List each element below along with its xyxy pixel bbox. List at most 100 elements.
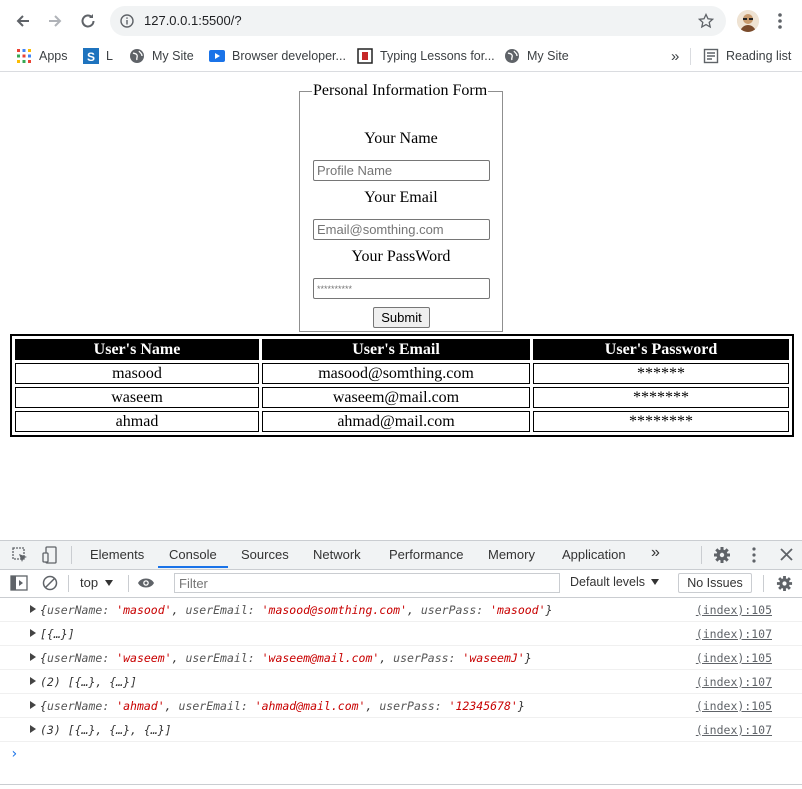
context-selector[interactable]: top bbox=[80, 575, 114, 590]
tab-elements[interactable]: Elements bbox=[90, 547, 144, 562]
cell-email: masood@somthing.com bbox=[262, 363, 530, 384]
tab-application[interactable]: Application bbox=[562, 547, 626, 562]
console-message-text: (2) [{…}, {…}] bbox=[40, 675, 137, 689]
console-message[interactable]: {userName: 'waseem', userEmail: 'waseem@… bbox=[0, 646, 802, 670]
console-output: {userName: 'masood', userEmail: 'masood@… bbox=[0, 598, 802, 762]
bookmark-label: My Site bbox=[527, 49, 569, 63]
active-tab-indicator bbox=[158, 566, 228, 568]
console-source-link[interactable]: (index):107 bbox=[696, 675, 772, 689]
bookmark-my-site-2[interactable]: My Site bbox=[504, 47, 569, 65]
table-header-row: User's Name User's Email User's Password bbox=[15, 339, 789, 360]
expand-triangle-icon[interactable] bbox=[30, 605, 36, 613]
email-input[interactable] bbox=[313, 219, 490, 240]
expand-triangle-icon[interactable] bbox=[30, 629, 36, 637]
expand-triangle-icon[interactable] bbox=[30, 725, 36, 733]
expand-triangle-icon[interactable] bbox=[30, 653, 36, 661]
profile-avatar[interactable] bbox=[737, 10, 759, 32]
tab-memory[interactable]: Memory bbox=[488, 547, 535, 562]
bookmark-label: L bbox=[106, 49, 113, 63]
devtools-tab-bar: Elements Console Sources Network Perform… bbox=[0, 541, 802, 570]
s-logo-icon: S bbox=[83, 48, 99, 64]
reading-list-icon bbox=[703, 48, 719, 64]
bookmark-my-site[interactable]: My Site bbox=[129, 47, 194, 65]
console-message[interactable]: {userName: 'masood', userEmail: 'masood@… bbox=[0, 598, 802, 622]
cell-password: ******** bbox=[533, 411, 789, 432]
device-toolbar-icon[interactable] bbox=[42, 546, 58, 564]
filter-divider bbox=[68, 575, 69, 592]
reading-list-label: Reading list bbox=[726, 49, 792, 63]
close-devtools-icon[interactable] bbox=[780, 548, 793, 561]
console-source-link[interactable]: (index):107 bbox=[696, 723, 772, 737]
console-message[interactable]: (3) [{…}, {…}, {…}] (index):107 bbox=[0, 718, 802, 742]
show-sidebar-icon[interactable] bbox=[10, 575, 28, 591]
address-bar[interactable]: 127.0.0.1:5500/? bbox=[110, 6, 726, 36]
browser-toolbar: 127.0.0.1:5500/? bbox=[0, 0, 802, 42]
users-table: User's Name User's Email User's Password… bbox=[10, 334, 794, 437]
bookmark-browser-developer[interactable]: Browser developer... bbox=[209, 47, 346, 65]
expand-triangle-icon[interactable] bbox=[30, 677, 36, 685]
form-legend: Personal Information Form bbox=[313, 82, 488, 99]
console-source-link[interactable]: (index):107 bbox=[696, 627, 772, 641]
submit-button[interactable]: Submit bbox=[373, 307, 430, 328]
console-message-text: (3) [{…}, {…}, {…}] bbox=[40, 723, 172, 737]
bookmark-label: Browser developer... bbox=[232, 49, 346, 63]
bookmark-l[interactable]: S L bbox=[83, 47, 113, 65]
reload-icon bbox=[81, 14, 95, 28]
issues-button[interactable]: No Issues bbox=[678, 573, 752, 593]
tab-console[interactable]: Console bbox=[169, 547, 217, 562]
bookmark-star-icon[interactable] bbox=[698, 13, 714, 29]
console-settings-gear-icon[interactable] bbox=[776, 575, 793, 592]
table-row: waseem waseem@mail.com ******* bbox=[15, 387, 789, 408]
console-message[interactable]: [{…}] (index):107 bbox=[0, 622, 802, 646]
console-filter-bar: top Default levels No Issues bbox=[0, 570, 802, 598]
inspect-element-icon[interactable] bbox=[12, 547, 28, 563]
bookmark-label: Apps bbox=[39, 49, 68, 63]
cell-name: ahmad bbox=[15, 411, 259, 432]
password-input[interactable] bbox=[313, 278, 490, 299]
video-icon bbox=[209, 50, 225, 62]
settings-gear-icon[interactable] bbox=[713, 546, 731, 564]
devtools-menu-icon[interactable] bbox=[751, 546, 757, 564]
cell-name: waseem bbox=[15, 387, 259, 408]
more-bookmarks-button[interactable]: » bbox=[671, 47, 679, 65]
forward-arrow-icon bbox=[49, 15, 62, 27]
tab-performance[interactable]: Performance bbox=[389, 547, 463, 562]
back-arrow-icon bbox=[16, 15, 29, 27]
console-prompt[interactable]: › bbox=[10, 746, 18, 762]
site-info-icon[interactable] bbox=[120, 14, 134, 28]
bookmarks-divider bbox=[690, 48, 691, 65]
tab-sources[interactable]: Sources bbox=[241, 547, 289, 562]
clear-console-icon[interactable] bbox=[42, 575, 58, 591]
forward-button[interactable] bbox=[42, 8, 68, 34]
table-row: ahmad ahmad@mail.com ******** bbox=[15, 411, 789, 432]
browser-menu-button[interactable] bbox=[767, 8, 793, 34]
tab-network[interactable]: Network bbox=[313, 547, 361, 562]
page-content: Personal Information Form Your Name Your… bbox=[0, 72, 802, 538]
console-message[interactable]: {userName: 'ahmad', userEmail: 'ahmad@ma… bbox=[0, 694, 802, 718]
bookmark-typing-lessons[interactable]: Typing Lessons for... bbox=[357, 47, 495, 65]
log-levels-dropdown[interactable]: Default levels bbox=[570, 575, 660, 589]
filter-divider bbox=[763, 575, 764, 592]
console-source-link[interactable]: (index):105 bbox=[696, 651, 772, 665]
password-label: Your PassWord bbox=[351, 248, 451, 265]
cell-name: masood bbox=[15, 363, 259, 384]
console-message[interactable]: (2) [{…}, {…}] (index):107 bbox=[0, 670, 802, 694]
header-users-email: User's Email bbox=[262, 339, 530, 360]
console-source-link[interactable]: (index):105 bbox=[696, 699, 772, 713]
name-label: Your Name bbox=[364, 130, 438, 147]
console-source-link[interactable]: (index):105 bbox=[696, 603, 772, 617]
svg-text:S: S bbox=[87, 50, 95, 64]
back-button[interactable] bbox=[10, 8, 36, 34]
name-input[interactable] bbox=[313, 160, 490, 181]
globe-icon bbox=[130, 49, 144, 63]
cell-password: ******* bbox=[533, 387, 789, 408]
console-filter-input[interactable] bbox=[174, 573, 560, 593]
reload-button[interactable] bbox=[75, 8, 101, 34]
more-tabs-button[interactable]: » bbox=[651, 544, 660, 562]
bookmark-apps[interactable]: Apps bbox=[16, 47, 68, 65]
header-users-name: User's Name bbox=[15, 339, 259, 360]
live-expression-eye-icon[interactable] bbox=[137, 577, 155, 589]
url-text: 127.0.0.1:5500/? bbox=[144, 13, 242, 28]
expand-triangle-icon[interactable] bbox=[30, 701, 36, 709]
reading-list-button[interactable]: Reading list bbox=[703, 47, 791, 65]
